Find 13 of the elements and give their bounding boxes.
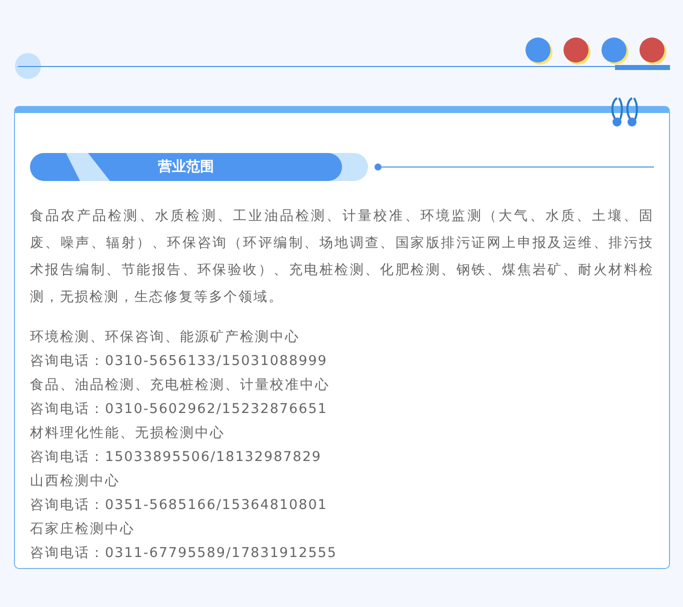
center-name: 材料理化性能、无损检测中心: [30, 424, 226, 443]
description-paragraph: 食品农产品检测、水质检测、工业油品检测、计量校准、环境监测（大气、水质、土壤、固废、噪声、辐射）、环保咨询（环评编制、场地调查、国家版排污证网上申报及运维、排污技术报告编制、节能报告、环保验收）、充电桩检测、化肥检测、钢铁、煤焦岩矿、耐火材料检测，无损检测，生态修复等多个领域。: [30, 207, 654, 307]
center-name: 环境检测、环保咨询、能源矿产检测中心: [30, 328, 301, 347]
phone-text: 咨询电话：0310-5656133/15031088999: [30, 352, 328, 371]
center-name: 食品、油品检测、充电桩检测、计量校准中心: [30, 376, 331, 395]
phone-text: 咨询电话：0351-5685166/15364810801: [30, 496, 328, 515]
phone-text: 咨询电话：0310-5602962/15232876651: [30, 400, 328, 419]
center-name: 山西检测中心: [30, 472, 121, 491]
circle-icon: [14, 52, 42, 80]
center-name: 石家庄检测中心: [30, 520, 136, 539]
section-title: 营业范围: [158, 158, 214, 176]
phone-text: 咨询电话：15033895506/18132987829: [30, 448, 323, 467]
phone-text: 咨询电话：0311-67795589/17831912555: [30, 544, 338, 563]
